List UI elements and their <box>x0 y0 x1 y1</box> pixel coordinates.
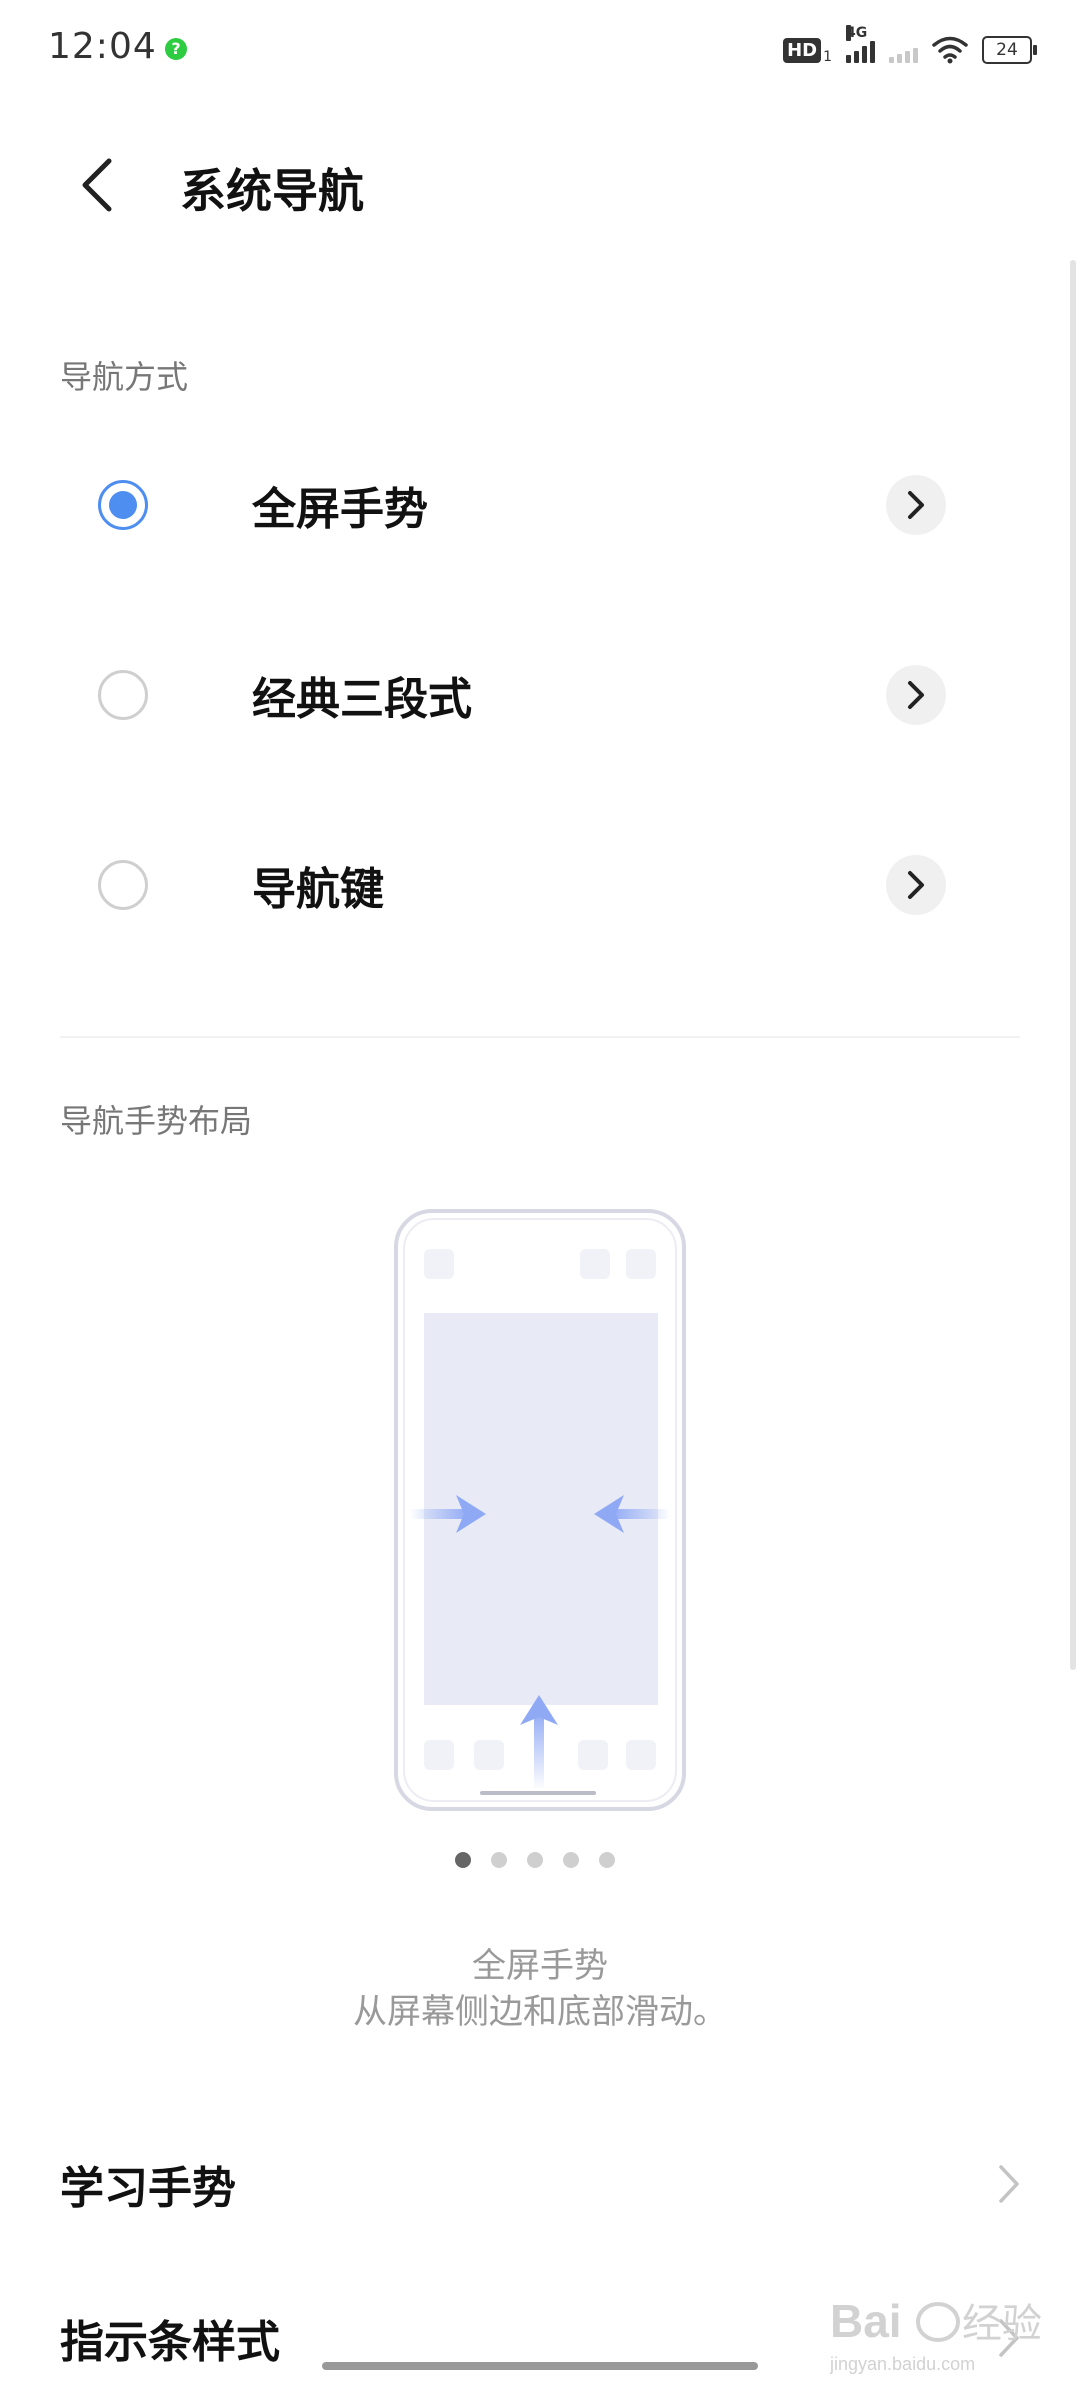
svg-text:Bai: Bai <box>830 2295 902 2347</box>
page-title: 系统导航 <box>180 164 364 218</box>
gesture-layout-illustration[interactable] <box>390 1205 690 1815</box>
option-label: 经典三段式 <box>252 674 472 725</box>
option-detail-button[interactable] <box>886 475 946 535</box>
svg-text:经验: 经验 <box>962 2301 1042 2347</box>
page-dot[interactable] <box>527 1852 543 1868</box>
chevron-right-icon <box>908 681 924 709</box>
hd-icon: HD <box>783 37 822 63</box>
option-detail-button[interactable] <box>886 665 946 725</box>
option-classic-three-key[interactable]: 经典三段式 <box>0 620 1080 770</box>
section-label-nav-method: 导航方式 <box>60 358 189 396</box>
page-dot[interactable] <box>455 1852 471 1868</box>
page-dot[interactable] <box>563 1852 579 1868</box>
hd-sub-label: 1 <box>823 49 832 65</box>
gesture-description-text: 从屏幕侧边和底部滑动。 <box>353 1992 727 2032</box>
battery-icon: 24 <box>982 36 1037 64</box>
chevron-left-icon <box>82 158 112 212</box>
svg-text:jingyan.baidu.com: jingyan.baidu.com <box>830 2354 975 2374</box>
gesture-description-title: 全屏手势 <box>472 1946 608 1986</box>
page-dot[interactable] <box>491 1852 507 1868</box>
divider <box>60 1036 1020 1038</box>
radio-classic-three-key[interactable] <box>98 670 148 720</box>
back-button[interactable] <box>66 150 126 220</box>
indicator-style-label: 指示条样式 <box>60 2317 280 2368</box>
option-label: 全屏手势 <box>252 484 428 535</box>
notification-icon: ? <box>165 38 187 60</box>
page-indicator[interactable] <box>455 1852 615 1868</box>
learn-gestures-item[interactable]: 学习手势 <box>60 2134 1020 2234</box>
status-icons: HD 1 4G 24 <box>783 25 1037 70</box>
chevron-right-icon <box>999 2165 1019 2203</box>
cell-signal-2-icon <box>889 37 918 63</box>
status-time: 12:04 <box>48 26 157 67</box>
cell-signal-icon: 4G <box>846 25 875 63</box>
learn-gestures-label: 学习手势 <box>60 2163 236 2214</box>
baidu-jingyan-watermark: Bai 经验 jingyan.baidu.com <box>830 2295 1042 2374</box>
radio-full-screen-gestures[interactable] <box>98 480 148 530</box>
radio-navigation-keys[interactable] <box>98 860 148 910</box>
option-detail-button[interactable] <box>886 855 946 915</box>
chevron-right-icon <box>908 491 924 519</box>
option-navigation-keys[interactable]: 导航键 <box>0 810 1080 960</box>
chevron-right-icon <box>908 871 924 899</box>
network-type-label: 4G <box>846 25 868 41</box>
option-label: 导航键 <box>252 864 384 915</box>
section-label-gesture-layout: 导航手势布局 <box>60 1102 253 1140</box>
wifi-icon <box>932 36 968 64</box>
home-indicator[interactable] <box>322 2362 758 2370</box>
page-dot[interactable] <box>599 1852 615 1868</box>
option-full-screen-gestures[interactable]: 全屏手势 <box>0 430 1080 580</box>
